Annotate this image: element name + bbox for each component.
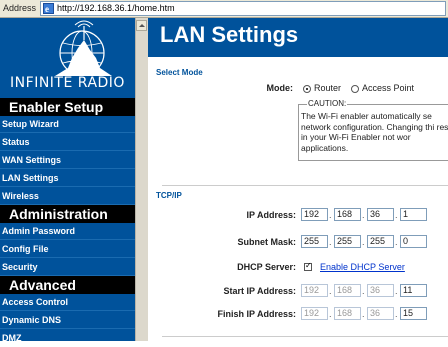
mode-access-point-radio[interactable] [351, 85, 359, 93]
section-administration: Administration [0, 205, 135, 223]
tcpip-heading: TCP/IP [156, 191, 182, 200]
dot: . [395, 309, 398, 319]
dhcp-server-label: DHCP Server: [237, 262, 296, 272]
caution-box: CAUTION: The Wi-Fi enabler automatically… [298, 99, 448, 161]
dhcp-enable-checkbox[interactable] [304, 261, 312, 271]
main-content: LAN Settings Select Mode Mode: Router Ac… [148, 18, 448, 341]
address-url: http://192.168.36.1/home.htm [57, 3, 175, 13]
scroll-up-icon[interactable] [136, 20, 147, 31]
dot: . [362, 237, 365, 247]
mask-octet-4[interactable]: 0 [400, 235, 427, 248]
mode-router-label: Router [314, 83, 342, 93]
nav-setup-wizard[interactable]: Setup Wizard [0, 116, 135, 133]
ip-octet-4[interactable]: 1 [400, 208, 427, 221]
ip-address-label: IP Address: [246, 210, 296, 220]
section-advanced: Advanced [0, 276, 135, 294]
page-banner: LAN Settings [148, 18, 448, 57]
section-enabler-setup: Enabler Setup [0, 98, 135, 116]
mask-octet-1[interactable]: 255 [301, 235, 328, 248]
divider [162, 185, 448, 186]
enable-dhcp-link[interactable]: Enable DHCP Server [320, 262, 405, 272]
nav-wan-settings[interactable]: WAN Settings [0, 152, 135, 169]
nav-lan-settings[interactable]: LAN Settings [0, 170, 135, 187]
ip-octet-1[interactable]: 192 [301, 208, 328, 221]
divider [162, 336, 448, 337]
start-ip-octet-1: 192 [301, 284, 328, 297]
start-ip-octet-3: 36 [367, 284, 394, 297]
ie-page-icon: e [43, 3, 54, 14]
subnet-mask-label: Subnet Mask: [237, 237, 296, 247]
mode-router-radio[interactable] [303, 85, 311, 93]
dot: . [395, 286, 398, 296]
caution-text: The Wi-Fi enabler automatically se netwo… [301, 111, 448, 153]
finish-ip-octet-4[interactable]: 15 [400, 307, 427, 320]
nav-dynamic-dns[interactable]: Dynamic DNS [0, 312, 135, 329]
dot: . [362, 210, 365, 220]
nav-security[interactable]: Security [0, 259, 135, 276]
dot: . [395, 210, 398, 220]
dot: . [395, 237, 398, 247]
finish-ip-octet-3: 36 [367, 307, 394, 320]
address-label: Address [3, 3, 37, 13]
globe-tower-logo-icon [55, 20, 112, 76]
nav-wireless[interactable]: Wireless [0, 188, 135, 205]
caution-title: CAUTION: [307, 99, 348, 108]
address-bar: Address e http://192.168.36.1/home.htm [0, 0, 448, 18]
svg-text:e: e [45, 4, 49, 14]
dot: . [329, 309, 332, 319]
mask-octet-3[interactable]: 255 [367, 235, 394, 248]
dot: . [362, 309, 365, 319]
select-mode-heading: Select Mode [156, 68, 203, 77]
nav-access-control[interactable]: Access Control [0, 294, 135, 311]
finish-ip-octet-2: 168 [334, 307, 361, 320]
address-input[interactable]: e http://192.168.36.1/home.htm [40, 1, 446, 16]
start-ip-label: Start IP Address: [223, 286, 296, 296]
sidebar: INFINITE RADIO Enabler Setup Setup Wizar… [0, 18, 135, 343]
logo-text: INFINITE RADIO [10, 75, 125, 91]
logo: INFINITE RADIO [0, 18, 135, 98]
finish-ip-octet-1: 192 [301, 307, 328, 320]
ip-octet-3[interactable]: 36 [367, 208, 394, 221]
nav-config-file[interactable]: Config File [0, 241, 135, 258]
mode-label: Mode: [266, 83, 294, 93]
mode-access-point-label: Access Point [362, 83, 415, 93]
dot: . [329, 237, 332, 247]
nav-dmz[interactable]: DMZ [0, 330, 135, 347]
dot: . [362, 286, 365, 296]
frame-scrollbar[interactable] [135, 18, 148, 341]
finish-ip-label: Finish IP Address: [217, 309, 296, 319]
page-title: LAN Settings [160, 22, 299, 47]
dot: . [329, 210, 332, 220]
dot: . [329, 286, 332, 296]
mask-octet-2[interactable]: 255 [334, 235, 361, 248]
ip-octet-2[interactable]: 168 [334, 208, 361, 221]
nav-status[interactable]: Status [0, 134, 135, 151]
nav-admin-password[interactable]: Admin Password [0, 223, 135, 240]
start-ip-octet-4[interactable]: 11 [400, 284, 427, 297]
start-ip-octet-2: 168 [334, 284, 361, 297]
